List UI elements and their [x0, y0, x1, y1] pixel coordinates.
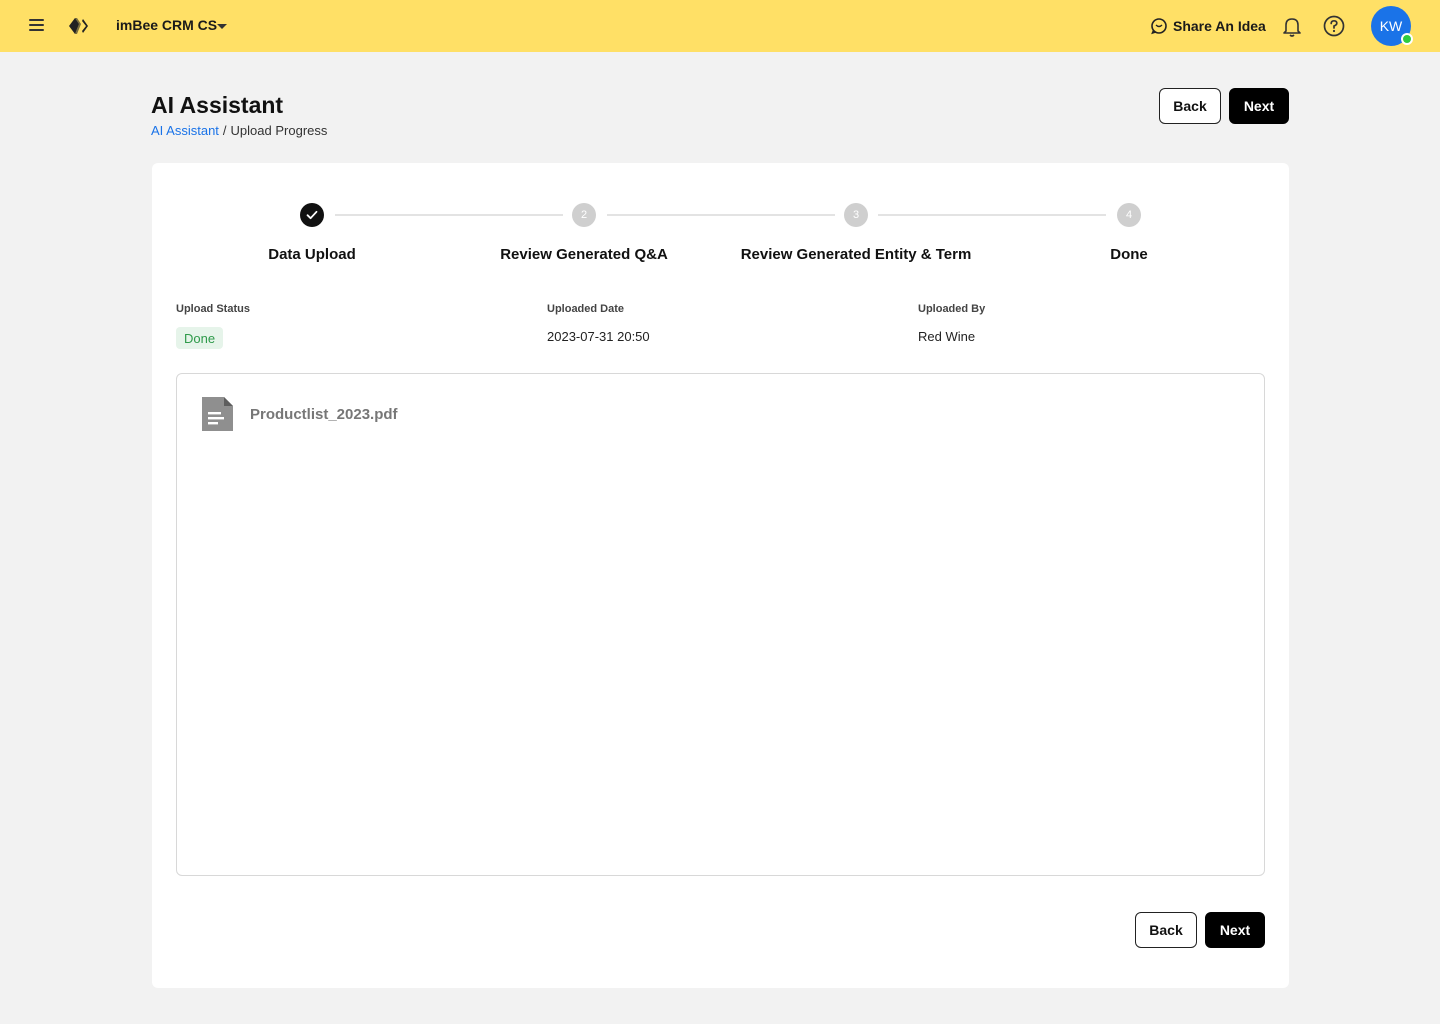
- avatar-initials: KW: [1379, 18, 1403, 34]
- breadcrumb-current: Upload Progress: [230, 123, 328, 138]
- chevron-down-icon[interactable]: [214, 17, 230, 35]
- step-3-label: Review Generated Entity & Term: [740, 246, 972, 263]
- step-2-number: 2: [572, 203, 596, 227]
- bell-icon[interactable]: [1280, 14, 1304, 38]
- uploaded-by-label: Uploaded By: [918, 303, 986, 315]
- share-idea-button[interactable]: Share An Idea: [1150, 16, 1266, 36]
- share-idea-label: Share An Idea: [1173, 18, 1266, 34]
- menu-icon[interactable]: [26, 16, 48, 36]
- file-list: Productlist_2023.pdf: [176, 373, 1265, 876]
- uploaded-by-value: Red Wine: [918, 329, 976, 344]
- header-back-button[interactable]: Back: [1159, 88, 1221, 124]
- step-4-number: 4: [1117, 203, 1141, 227]
- breadcrumb-link-ai-assistant[interactable]: AI Assistant: [151, 123, 219, 138]
- workspace-name[interactable]: imBee CRM CS: [116, 17, 217, 33]
- avatar[interactable]: KW: [1371, 6, 1413, 46]
- online-status-dot: [1401, 33, 1413, 45]
- footer-back-button[interactable]: Back: [1135, 912, 1197, 948]
- uploaded-date-label: Uploaded Date: [547, 303, 625, 315]
- step-2-label: Review Generated Q&A: [500, 246, 668, 263]
- status-badge: Done: [176, 327, 224, 349]
- help-icon[interactable]: [1322, 14, 1346, 38]
- step-1-check-icon: [300, 203, 324, 227]
- logo-icon[interactable]: [66, 14, 92, 38]
- breadcrumb-separator: /: [222, 123, 227, 138]
- step-connector: [335, 214, 563, 216]
- uploaded-date-value: 2023-07-31 20:50: [547, 329, 650, 344]
- upload-progress-card: 2 3 4 Data Upload Review Generated Q&A R…: [152, 163, 1289, 988]
- footer-next-button[interactable]: Next: [1205, 912, 1265, 948]
- chat-bubble-icon: [1151, 18, 1167, 35]
- document-icon: [202, 397, 233, 431]
- step-connector: [607, 214, 835, 216]
- top-bar: imBee CRM CS Share An Idea KW: [0, 0, 1440, 52]
- step-4-label: Done: [1110, 246, 1148, 263]
- step-connector: [878, 214, 1106, 216]
- upload-status-label: Upload Status: [176, 303, 250, 315]
- page-title: AI Assistant: [151, 92, 284, 118]
- step-1-label: Data Upload: [268, 246, 356, 263]
- breadcrumb: AI Assistant / Upload Progress: [151, 123, 327, 138]
- header-next-button[interactable]: Next: [1229, 88, 1289, 124]
- file-name[interactable]: Productlist_2023.pdf: [250, 406, 398, 423]
- step-3-number: 3: [844, 203, 868, 227]
